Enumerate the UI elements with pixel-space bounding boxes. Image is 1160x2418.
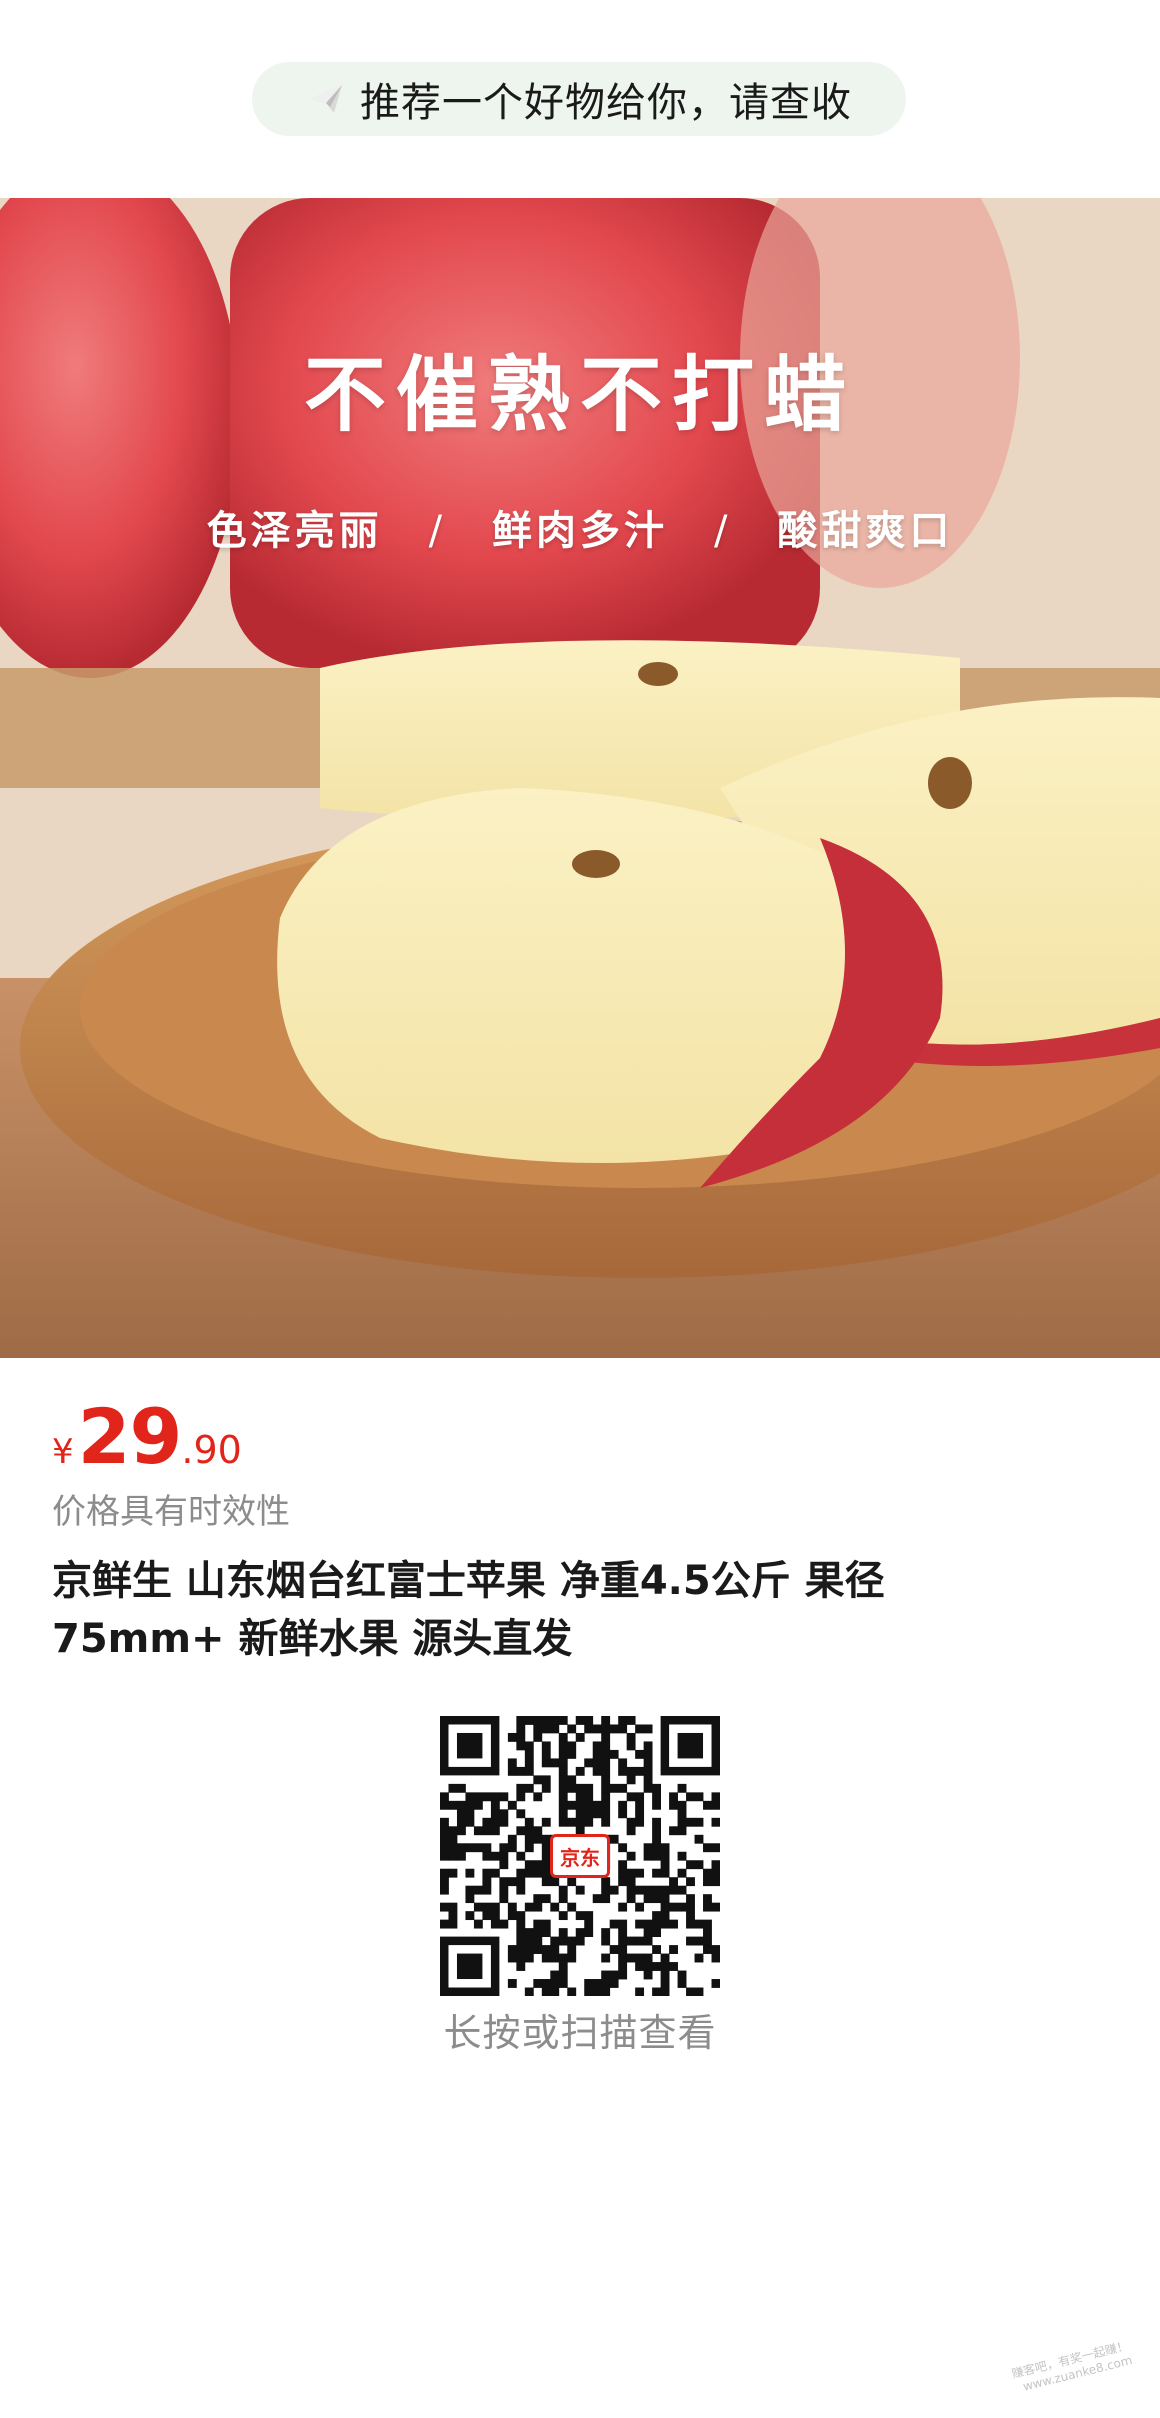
paper-plane-icon	[306, 79, 346, 119]
currency-symbol: ¥	[52, 1432, 74, 1472]
product-title[interactable]: 京鲜生 山东烟台红富士苹果 净重4.5公斤 果径75mm+ 新鲜水果 源头直发	[52, 1552, 1052, 1668]
price-decimal: .90	[181, 1428, 242, 1472]
jd-logo-icon: 京东	[550, 1834, 610, 1878]
price-integer: 29	[77, 1392, 183, 1481]
share-banner: 推荐一个好物给你，请查收	[252, 62, 906, 136]
hero-tag: 鲜肉多汁	[492, 508, 668, 554]
qr-hint: 长按或扫描查看	[443, 2011, 717, 2055]
hero-tag-separator: /	[428, 508, 447, 554]
qr-code[interactable]: 京东	[440, 1716, 720, 1996]
share-poster: 推荐一个好物给你，请查收 不催熟不打蜡 色泽亮丽 / 鲜肉多汁 / 酸甜爽口 ¥…	[0, 0, 1160, 2418]
hero-tags: 色泽亮丽 / 鲜肉多汁 / 酸甜爽口	[0, 498, 1160, 556]
share-banner-text: 推荐一个好物给你，请查收	[360, 80, 852, 126]
product-image[interactable]: 不催熟不打蜡 色泽亮丽 / 鲜肉多汁 / 酸甜爽口	[0, 198, 1160, 1358]
hero-tag-separator: /	[713, 508, 732, 554]
price-note: 价格具有时效性	[52, 1492, 290, 1532]
hero-tag: 色泽亮丽	[206, 508, 383, 554]
hero-headline: 不催熟不打蜡	[303, 348, 856, 443]
price: ¥ 29 .90	[52, 1392, 242, 1481]
hero-tag: 酸甜爽口	[777, 508, 954, 554]
watermark: 赚客吧，有奖一起赚！www.zuanke8.com	[1010, 2338, 1134, 2394]
